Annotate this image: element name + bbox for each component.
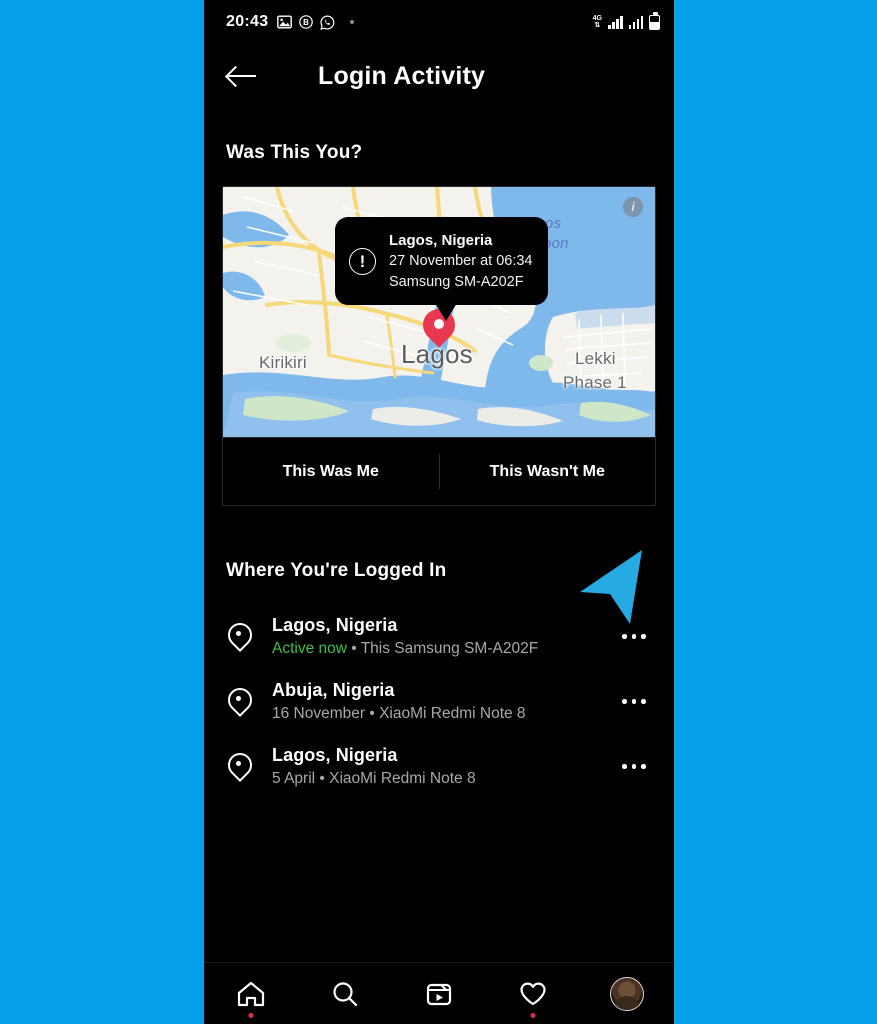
heart-icon [520,982,546,1005]
page-title: Login Activity [318,61,486,90]
session-meta: 5 April • XiaoMi Redmi Note 8 [272,770,616,788]
session-2-more-button[interactable] [616,749,652,785]
login-alert-card: Kirikiri Lagos Lekki Phase 1 os oon i ! … [222,186,656,506]
exclamation-circle-icon: ! [349,247,376,275]
location-pin-icon [226,621,250,653]
back-arrow-icon[interactable] [226,61,262,91]
b-badge-icon: B [299,15,314,29]
phone-screenshot: 20:43 B 4G ⇅ Login Activity Was This You… [204,0,674,1024]
session-row-1[interactable]: Abuja, Nigeria 16 November • XiaoMi Redm… [204,669,674,734]
session-row-0[interactable]: Lagos, Nigeria Active now • This Samsung… [204,604,674,669]
session-device: XiaoMi Redmi Note 8 [329,770,476,787]
session-status: 16 November [272,705,366,722]
search-icon [333,981,358,1006]
session-separator: • [365,705,380,722]
activity-badge-dot [530,1012,536,1018]
whatsapp-icon [320,14,335,30]
home-badge-dot [248,1012,254,1018]
status-bar-system-icons: 4G ⇅ [592,12,660,30]
status-bar: 20:43 B 4G ⇅ [204,0,674,44]
section-title-where-logged-in: Where You're Logged In [226,560,447,581]
status-bar-notification-icons: B [277,14,355,30]
map-view[interactable]: Kirikiri Lagos Lekki Phase 1 os oon i ! … [223,187,655,437]
bottom-navigation-bar [204,962,674,1024]
status-bar-time: 20:43 [226,13,269,30]
app-header: Login Activity [204,44,674,108]
session-separator: • [315,770,330,787]
tooltip-device: Samsung SM-A202F [389,273,524,290]
session-status: 5 April [272,770,316,787]
gallery-icon [277,15,293,29]
nav-home-button[interactable] [227,972,275,1018]
session-meta: Active now • This Samsung SM-A202F [272,640,616,658]
logged-in-sessions-list: Lagos, Nigeria Active now • This Samsung… [204,604,674,799]
this-wasnt-me-button[interactable]: This Wasn't Me [440,438,656,505]
location-pin-icon [226,686,250,718]
network-4g-icon: 4G ⇅ [592,15,602,29]
session-location: Abuja, Nigeria [272,680,395,700]
nav-reels-button[interactable] [415,972,463,1016]
profile-avatar [610,976,644,1011]
login-alert-tooltip: ! Lagos, Nigeria 27 November at 06:34 Sa… [335,217,549,322]
session-meta: 16 November • XiaoMi Redmi Note 8 [272,705,616,723]
session-device: This Samsung SM-A202F [360,640,539,657]
tooltip-location: Lagos, Nigeria [389,232,493,249]
nav-search-button[interactable] [321,972,369,1016]
battery-icon [649,12,660,30]
session-device: XiaoMi Redmi Note 8 [379,705,526,722]
signal-bars-2-icon [628,15,643,29]
session-separator: • [346,640,361,657]
session-row-2[interactable]: Lagos, Nigeria 5 April • XiaoMi Redmi No… [204,734,674,799]
this-was-me-button[interactable]: This Was Me [223,438,439,505]
tooltip-datetime: 27 November at 06:34 [389,253,533,270]
session-location: Lagos, Nigeria [272,745,398,765]
section-title-was-this-you: Was This You? [226,142,363,163]
map-info-icon[interactable]: i [623,197,643,217]
signal-bars-1-icon [608,15,623,29]
home-icon [237,981,265,1006]
session-location: Lagos, Nigeria [272,615,398,635]
nav-activity-button[interactable] [509,972,557,1018]
nav-profile-button[interactable] [603,972,651,1016]
reels-icon [426,983,452,1005]
session-0-more-button[interactable] [616,619,652,655]
session-status: Active now [272,640,347,657]
location-pin-icon [226,751,250,783]
svg-text:B: B [304,18,310,27]
session-1-more-button[interactable] [616,684,652,720]
alert-card-actions: This Was Me This Wasn't Me [223,437,655,505]
dot-indicator [350,20,355,24]
